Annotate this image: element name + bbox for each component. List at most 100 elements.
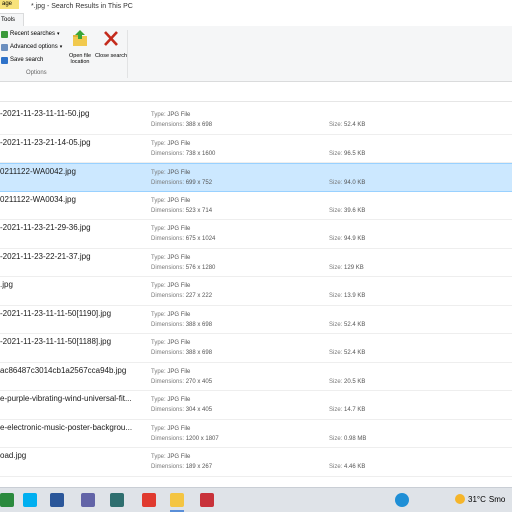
list-item[interactable]: -2021-11-23-11-11-50[1190].jpg Type: JPG … bbox=[0, 306, 512, 334]
title-bar: age *.jpg - Search Results in This PC bbox=[0, 0, 512, 13]
help-icon[interactable] bbox=[395, 493, 409, 507]
file-size: Size: 52.4 KB bbox=[329, 321, 366, 328]
file-name[interactable]: 0211122-WA0042.jpg bbox=[0, 167, 76, 176]
file-type: Type: JPG File bbox=[151, 226, 191, 232]
photos-icon[interactable] bbox=[110, 493, 124, 507]
file-name[interactable]: oad.jpg bbox=[0, 451, 26, 460]
file-name[interactable]: e-purple-vibrating-wind-universal-fit... bbox=[0, 394, 132, 403]
file-name[interactable]: -2021-11-23-11-11-50.jpg bbox=[0, 109, 89, 118]
file-size: Size: 13.9 KB bbox=[329, 293, 366, 299]
file-name[interactable]: -2021-11-23-21-29-36.jpg bbox=[0, 223, 91, 232]
acrobat-icon[interactable] bbox=[142, 493, 156, 507]
file-dimensions: Dimensions: 523 x 714 bbox=[151, 207, 213, 214]
security-app-icon[interactable] bbox=[200, 493, 214, 507]
advanced-options-label: Advanced options bbox=[10, 44, 58, 50]
taskbar: 31°C Smo bbox=[0, 487, 512, 512]
file-size: Size: 0.98 MB bbox=[329, 435, 367, 442]
list-item[interactable]: -2021-11-23-11-11-50.jpg Type: JPG File Di… bbox=[0, 106, 512, 135]
file-dimensions: Dimensions: 576 x 1280 bbox=[151, 264, 216, 271]
open-file-location-button[interactable]: Open file location bbox=[63, 30, 97, 66]
file-size: Size: 52.4 KB bbox=[329, 122, 366, 128]
skype-icon[interactable] bbox=[23, 493, 37, 507]
ribbon-panel: Recent searches ▾ Advanced options ▾ Sav… bbox=[0, 26, 512, 82]
file-dimensions: Dimensions: 388 x 698 bbox=[151, 122, 213, 128]
teams-icon[interactable] bbox=[81, 493, 95, 507]
file-dimensions: Dimensions: 388 x 698 bbox=[151, 321, 213, 328]
list-item[interactable]: -2021-11-23-11-11-50[1188].jpg Type: JPG … bbox=[0, 334, 512, 363]
list-item[interactable]: 0211122-WA0042.jpg Type: JPG File Dimensio… bbox=[0, 163, 512, 192]
file-name[interactable]: 0211122-WA0034.jpg bbox=[0, 195, 76, 204]
file-type: Type: JPG File bbox=[151, 425, 191, 432]
file-dimensions: Dimensions: 1200 x 1807 bbox=[151, 435, 219, 442]
address-bar-area[interactable] bbox=[0, 82, 512, 102]
file-type: Type: JPG File bbox=[151, 397, 191, 403]
list-item[interactable]: e-electronic-music-poster-backgrou... Typ… bbox=[0, 420, 512, 448]
list-item[interactable]: oad.jpg Type: JPG File Dimensions: 189 x 2… bbox=[0, 448, 512, 477]
chevron-down-icon: ▾ bbox=[59, 44, 63, 50]
windows-store-icon[interactable] bbox=[0, 493, 14, 507]
recent-searches-label: Recent searches bbox=[10, 31, 56, 37]
file-name[interactable]: e-electronic-music-poster-backgrou... bbox=[0, 423, 132, 432]
temperature-text: 31°C bbox=[468, 494, 486, 504]
file-name[interactable]: -2021-11-23-11-11-50[1190].jpg bbox=[0, 309, 111, 318]
options-group-label: Options bbox=[26, 70, 47, 76]
window-title: *.jpg - Search Results in This PC bbox=[31, 3, 133, 10]
list-item[interactable]: -2021-11-23-21-14-05.jpg Type: JPG File Di… bbox=[0, 135, 512, 163]
file-type: Type: JPG File bbox=[151, 140, 191, 147]
tab-search-tools[interactable]: Tools bbox=[0, 13, 24, 26]
file-dimensions: Dimensions: 189 x 267 bbox=[151, 464, 213, 470]
recent-searches-icon bbox=[1, 31, 8, 38]
file-dimensions: Dimensions: 675 x 1024 bbox=[151, 236, 216, 242]
file-name[interactable]: -2021-11-23-22-21-37.jpg bbox=[0, 252, 91, 261]
list-item[interactable]: -2021-11-23-21-29-36.jpg Type: JPG File Di… bbox=[0, 220, 512, 249]
ribbon-tab-row: Tools bbox=[0, 13, 512, 26]
close-search-button[interactable]: Close search bbox=[94, 30, 128, 59]
advanced-options-button[interactable]: Advanced options ▾ bbox=[1, 42, 62, 53]
recent-searches-button[interactable]: Recent searches ▾ bbox=[1, 29, 60, 40]
file-name[interactable]: .jpg bbox=[0, 280, 13, 289]
file-size: Size: 52.4 KB bbox=[329, 350, 366, 356]
search-results-list: -2021-11-23-11-11-50.jpg Type: JPG File Di… bbox=[0, 106, 512, 487]
file-size: Size: 14.7 KB bbox=[329, 407, 366, 413]
weather-widget[interactable]: 31°C Smo bbox=[455, 494, 505, 504]
file-name[interactable]: -2021-11-23-11-11-50[1188].jpg bbox=[0, 337, 111, 346]
file-type: Type: JPG File bbox=[151, 254, 191, 261]
sun-icon bbox=[455, 494, 465, 504]
close-icon bbox=[104, 31, 118, 46]
list-item[interactable]: .jpg Type: JPG File Dimensions: 227 x 222 S… bbox=[0, 277, 512, 306]
word-icon[interactable] bbox=[50, 493, 64, 507]
file-dimensions: Dimensions: 270 x 405 bbox=[151, 378, 213, 385]
file-type: Type: JPG File bbox=[151, 340, 191, 346]
close-search-label: Close search bbox=[94, 52, 128, 59]
save-search-button[interactable]: Save search bbox=[1, 55, 43, 66]
file-size: Size: 96.5 KB bbox=[329, 150, 366, 157]
list-item[interactable]: ac86487c3014cb1a2567cca94b.jpg Type: JPG … bbox=[0, 363, 512, 391]
save-search-label: Save search bbox=[10, 57, 44, 63]
file-size: Size: 94.9 KB bbox=[329, 236, 366, 242]
file-type: Type: JPG File bbox=[151, 283, 191, 289]
list-item[interactable]: -2021-11-23-22-21-37.jpg Type: JPG File Di… bbox=[0, 249, 512, 277]
file-size: Size: 20.5 KB bbox=[329, 378, 366, 385]
chevron-down-icon: ▾ bbox=[57, 31, 60, 37]
file-type: Type: JPG File bbox=[151, 454, 191, 460]
file-explorer-icon[interactable] bbox=[170, 493, 184, 507]
ribbon-group-divider bbox=[127, 30, 128, 78]
advanced-options-icon bbox=[1, 44, 8, 51]
context-tab-manage[interactable]: age bbox=[0, 0, 19, 9]
open-file-location-label: Open file location bbox=[68, 52, 91, 66]
file-size: Size: 129 KB bbox=[329, 264, 364, 271]
file-name[interactable]: ac86487c3014cb1a2567cca94b.jpg bbox=[0, 366, 126, 375]
list-item[interactable]: e-purple-vibrating-wind-universal-fit...… bbox=[0, 391, 512, 420]
list-item[interactable]: 0211122-WA0034.jpg Type: JPG File Dimensio… bbox=[0, 192, 512, 220]
save-icon bbox=[1, 57, 8, 64]
file-size: Size: 4.46 KB bbox=[329, 464, 366, 470]
weather-text: Smo bbox=[488, 494, 506, 504]
file-dimensions: Dimensions: 227 x 222 bbox=[151, 293, 213, 299]
file-name[interactable]: -2021-11-23-21-14-05.jpg bbox=[0, 138, 91, 147]
file-dimensions: Dimensions: 699 x 752 bbox=[151, 180, 213, 186]
file-type: Type: JPG File bbox=[151, 170, 191, 176]
file-dimensions: Dimensions: 388 x 698 bbox=[151, 350, 213, 356]
file-dimensions: Dimensions: 738 x 1600 bbox=[151, 150, 216, 157]
file-dimensions: Dimensions: 304 x 405 bbox=[151, 407, 213, 413]
file-type: Type: JPG File bbox=[151, 311, 191, 318]
